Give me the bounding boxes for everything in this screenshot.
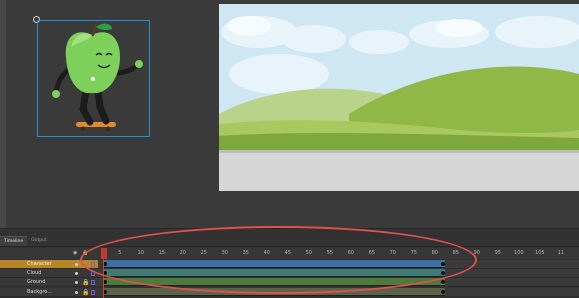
layer-page-icon [18, 261, 24, 276]
layer-header[interactable]: Cloud [0, 269, 98, 285]
frame-number: 15 [158, 250, 165, 256]
layer-row[interactable]: Backgro... 🔒 [0, 287, 579, 297]
frame-number: 70 [389, 250, 396, 256]
frame-number: 75 [410, 250, 417, 256]
character-symbol-bounding-box[interactable] [37, 20, 150, 137]
visibility-dot-icon[interactable] [75, 290, 78, 294]
visibility-dot-icon[interactable] [75, 263, 78, 266]
layer-name: Character [27, 261, 52, 267]
outline-color-icon[interactable] [91, 280, 95, 286]
outline-color-icon[interactable] [91, 289, 95, 295]
tween-span[interactable] [103, 269, 445, 278]
frame-number: 50 [305, 250, 312, 256]
frame-number: 35 [242, 250, 249, 256]
frame-number: 95 [494, 250, 501, 256]
tools-strip [0, 0, 6, 228]
frame-number: 80 [431, 250, 438, 256]
playhead[interactable] [101, 248, 107, 259]
visibility-dot-icon[interactable] [75, 281, 78, 285]
layer-name: Ground [27, 279, 46, 286]
outline-color-icon[interactable] [91, 271, 95, 277]
visibility-dot-icon[interactable] [75, 272, 78, 276]
frame-number: 5 [118, 250, 122, 256]
tab-divider [0, 246, 579, 247]
playhead-line [103, 259, 104, 298]
stage-scene[interactable] [219, 4, 579, 191]
frame-number: 85 [452, 250, 459, 256]
frame-number: 25 [200, 250, 207, 256]
panel-tabs: Timeline Output [0, 236, 51, 246]
keyframe-dot[interactable] [441, 289, 445, 294]
outline-color-icon[interactable] [91, 262, 95, 267]
tween-span[interactable] [103, 278, 445, 287]
lock-icon[interactable]: 🔒 [82, 279, 89, 286]
tab-output[interactable]: Output [27, 236, 51, 246]
frame-number: 40 [263, 250, 270, 256]
tween-span[interactable] [103, 287, 445, 296]
lock-icon[interactable]: 🔒 [82, 289, 89, 296]
tab-timeline[interactable]: Timeline [0, 236, 28, 246]
animate-workspace: Timeline Output 5 10 15 20 25 30 35 40 45 50 55 60 6… [0, 0, 579, 298]
layer-name: Backgro... [27, 288, 52, 295]
frame-number: 55 [326, 250, 333, 256]
timeline-panel: Timeline Output 5 10 15 20 25 30 35 40 45 50 55 60 6… [0, 228, 579, 298]
layer-page-icon [18, 289, 24, 295]
frame-number: 100 [514, 250, 524, 256]
layer-frames[interactable] [98, 260, 579, 269]
frame-number: 90 [473, 250, 480, 256]
layer-name: Cloud [27, 270, 42, 277]
layer-frames[interactable] [98, 287, 579, 297]
frame-number: 10 [137, 250, 144, 256]
eye-column-icon[interactable]: ◉ [73, 250, 77, 256]
layer-frames[interactable] [98, 269, 579, 279]
apple-character-graphic [52, 23, 143, 132]
frame-number: 60 [347, 250, 354, 256]
layer-header[interactable]: Ground 🔒 [0, 278, 98, 294]
tween-span[interactable] [103, 260, 445, 268]
layer-page-icon [18, 279, 24, 294]
frame-number: 11 [557, 250, 564, 256]
lock-column-icon[interactable]: 🔒 [82, 250, 88, 256]
pasteboard [0, 0, 579, 228]
layer-page-icon [18, 270, 24, 285]
frame-number: 30 [221, 250, 228, 256]
frame-number: 45 [284, 250, 291, 256]
layer-header[interactable]: Backgro... 🔒 [0, 287, 98, 297]
frame-number: 65 [368, 250, 375, 256]
layer-header[interactable]: Character [0, 260, 98, 276]
landscape-background [219, 4, 579, 191]
frame-number: 20 [179, 250, 186, 256]
layer-row[interactable]: Cloud [0, 269, 579, 285]
layer-row[interactable]: Ground 🔒 [0, 278, 579, 294]
keyframe-dot[interactable] [441, 262, 445, 266]
layer-row[interactable]: Character [0, 260, 579, 276]
layer-frames[interactable] [98, 278, 579, 288]
frame-number: 105 [535, 250, 545, 256]
